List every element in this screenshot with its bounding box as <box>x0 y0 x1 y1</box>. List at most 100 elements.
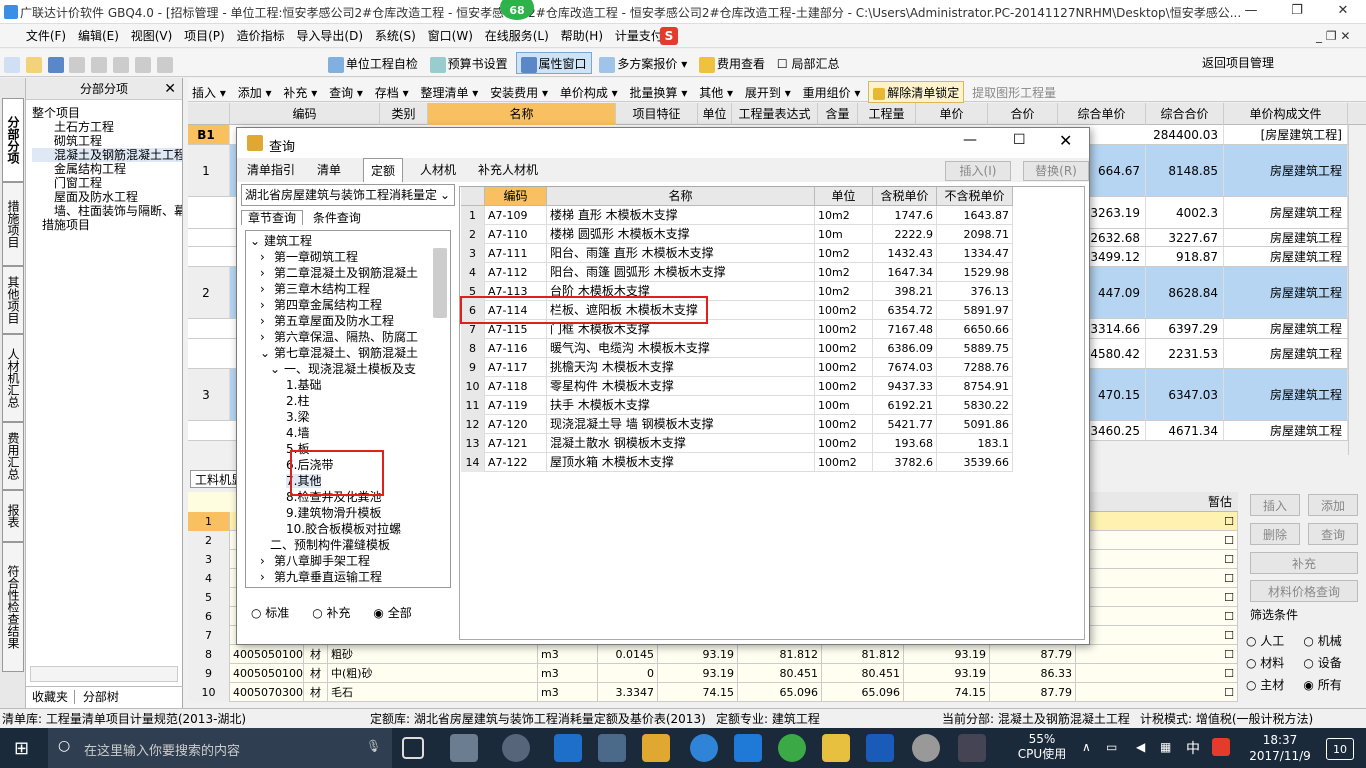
tab-supplement-lm[interactable]: 补充人材机 <box>473 158 543 182</box>
table-row[interactable]: 2 A7-110 楼梯 圆弧形 木模板木支撑 10m 2222.9 2098.71 <box>461 225 1013 244</box>
tree-item[interactable]: 砌筑工程 <box>32 134 182 148</box>
estimate-checkbox[interactable]: ☐ <box>1076 588 1238 607</box>
app-icon-5[interactable] <box>912 734 940 762</box>
tree-node[interactable]: › 第三章木结构工程 <box>260 281 370 297</box>
tree-node[interactable]: 9.建筑物滑升模板 <box>286 505 381 521</box>
ime-indicator[interactable]: 中 <box>1186 738 1200 758</box>
close-icon[interactable]: ✕ <box>164 78 176 100</box>
mdi-controls[interactable]: _ ❐ ✕ <box>1312 24 1354 48</box>
col-code[interactable]: 编码 <box>230 103 380 125</box>
new-icon[interactable] <box>4 56 20 73</box>
menu-system[interactable]: 系统(S) <box>371 24 420 48</box>
tree-node[interactable]: 3.梁 <box>286 409 309 425</box>
property-window-button[interactable]: 属性窗口 <box>515 52 592 74</box>
minimize-button[interactable]: — <box>1228 0 1274 23</box>
other-button[interactable]: 其他 ▾ <box>695 82 737 104</box>
tab-condition[interactable]: 条件查询 <box>307 211 367 225</box>
tree-node[interactable]: 10.胶合板模板对拉螺 <box>286 521 401 537</box>
col-qty[interactable]: 工程量 <box>858 103 916 125</box>
open-icon[interactable] <box>25 56 42 73</box>
task-view-icon[interactable] <box>402 737 424 759</box>
tab-chapter[interactable]: 章节查询 <box>241 210 304 225</box>
replace-button[interactable]: 替换(R) <box>1023 161 1089 181</box>
table-row[interactable]: 9 A7-117 挑檐天沟 木模板木支撑 100m2 7674.03 7288.76 <box>461 358 1013 377</box>
menu-view[interactable]: 视图(V) <box>127 24 177 48</box>
dialog-maximize-button[interactable]: ☐ <box>1013 132 1026 148</box>
dialog-close-button[interactable]: ✕ <box>1059 131 1072 150</box>
col-code[interactable]: 编码 <box>485 186 547 206</box>
col-file[interactable]: 单价构成文件 <box>1224 103 1348 125</box>
cut-icon[interactable] <box>69 56 86 73</box>
gbq-icon[interactable] <box>822 734 850 762</box>
tree-node[interactable]: › 第九章垂直运输工程 <box>260 569 382 585</box>
tab-list-guide[interactable]: 清单指引 <box>243 158 299 182</box>
main-vscroll[interactable] <box>1348 125 1364 455</box>
right-delete-button[interactable]: 删除 <box>1250 523 1300 545</box>
table-row[interactable]: 3 A7-111 阳台、雨篷 直形 木模板木支撑 10m2 1432.43 1334.47 <box>461 244 1013 263</box>
tree-node[interactable]: ⌄ 第七章混凝土、钢筋混凝土 <box>260 345 418 361</box>
tab-fee-summary[interactable]: 费用汇总 <box>2 422 24 490</box>
volume-icon[interactable]: ◀ <box>1136 740 1145 754</box>
radio-equipment[interactable]: ○ 设备 <box>1303 656 1341 670</box>
add-button[interactable]: 添加 ▾ <box>234 82 276 104</box>
table-row[interactable]: 10 4005070300 材毛石 m3 3.3347 74.15 65.096 65.096… <box>188 683 1238 702</box>
tab-labor-material[interactable]: 人材机汇总 <box>2 334 24 422</box>
tray-arrow-icon[interactable]: ∧ <box>1082 740 1091 754</box>
estimate-checkbox[interactable]: ☐ <box>1076 683 1238 702</box>
table-row[interactable]: 9 4005050100 材中(粗)砂 m3 0 93.19 80.451 80.451 93.… <box>188 664 1238 683</box>
tree-node[interactable]: › 第一章砌筑工程 <box>260 249 358 265</box>
col-unit-price[interactable]: 综合单价 <box>1058 103 1146 125</box>
sogou-tray-icon[interactable] <box>1212 738 1230 756</box>
estimate-checkbox[interactable]: ☐ <box>1076 664 1238 683</box>
col-feature[interactable]: 项目特征 <box>616 103 698 125</box>
right-insert-button[interactable]: 插入 <box>1250 494 1300 516</box>
expand-closed-icon[interactable]: › <box>260 569 274 585</box>
radio-all[interactable]: ◉ 全部 <box>373 606 411 620</box>
tree-node[interactable]: 4.墙 <box>286 425 309 441</box>
col-name[interactable]: 名称 <box>547 186 815 206</box>
estimate-checkbox[interactable]: ☐ <box>1076 531 1238 550</box>
tree-item-selected[interactable]: 混凝土及钢筋混凝土工程 <box>32 148 182 162</box>
radio-machine[interactable]: ○ 机械 <box>1303 634 1341 648</box>
explorer-icon[interactable] <box>642 734 670 762</box>
tree-node[interactable]: 二、预制构件灌缝模板 <box>270 537 390 553</box>
insert-button[interactable]: 插入(I) <box>945 161 1011 181</box>
menu-edit[interactable]: 编辑(E) <box>74 24 123 48</box>
keyboard-icon[interactable]: ▦ <box>1160 740 1171 754</box>
col-tax-price[interactable]: 含税单价 <box>873 186 937 206</box>
unit-price-button[interactable]: 单价构成 ▾ <box>556 82 622 104</box>
tab-other-items[interactable]: 其他项目 <box>2 266 24 334</box>
estimate-checkbox[interactable]: ☐ <box>1076 645 1238 664</box>
col-price[interactable]: 单价 <box>916 103 988 125</box>
expand-to-button[interactable]: 展开到 ▾ <box>741 82 795 104</box>
tree-item[interactable]: 土石方工程 <box>32 120 182 134</box>
fee-view-button[interactable]: 费用查看 <box>695 53 769 75</box>
ie-icon[interactable] <box>690 734 718 762</box>
windows-start-icon[interactable]: ⊞ <box>14 738 29 759</box>
table-row[interactable]: 14 A7-122 屋顶水箱 木模板木支撑 100m2 3782.6 3539.66 <box>461 453 1013 472</box>
tab-favorites[interactable]: 收藏夹 <box>26 690 76 704</box>
col-content[interactable]: 含量 <box>818 103 858 125</box>
fan-app-icon[interactable] <box>450 734 478 762</box>
tree-node[interactable]: › 第六章保温、隔热、防腐工 <box>260 329 418 345</box>
col-total[interactable]: 合价 <box>988 103 1058 125</box>
app-icon-3[interactable] <box>734 734 762 762</box>
query-button[interactable]: 查询 ▾ <box>325 82 367 104</box>
estimate-checkbox[interactable]: ☐ <box>1076 607 1238 626</box>
tree-node[interactable]: ⌄ 一、现浇混凝土模板及支 <box>270 361 416 377</box>
table-row[interactable]: 4 A7-112 阳台、雨篷 圆弧形 木模板木支撑 10m2 1647.34 1529.9… <box>461 263 1013 282</box>
expand-closed-icon[interactable]: › <box>260 553 274 569</box>
radio-supplement[interactable]: ○ 补充 <box>312 606 350 620</box>
tree-node[interactable]: › 第八章脚手架工程 <box>260 553 370 569</box>
network-icon[interactable]: ▭ <box>1106 740 1117 754</box>
batch-convert-button[interactable]: 批量换算 ▾ <box>626 82 692 104</box>
table-row[interactable]: 1 A7-109 楼梯 直形 木模板木支撑 10m2 1747.6 1643.87 <box>461 206 1013 225</box>
glodon-icon[interactable] <box>866 734 894 762</box>
dialog-minimize-button[interactable]: — <box>963 132 977 148</box>
right-query-button[interactable]: 查询 <box>1308 523 1358 545</box>
col-type[interactable]: 类别 <box>380 103 428 125</box>
tree-item[interactable]: 措施项目 <box>32 218 182 232</box>
expand-open-icon[interactable]: ⌄ <box>260 345 274 361</box>
tree-scroll-thumb[interactable] <box>433 248 447 318</box>
store-icon[interactable] <box>598 734 626 762</box>
